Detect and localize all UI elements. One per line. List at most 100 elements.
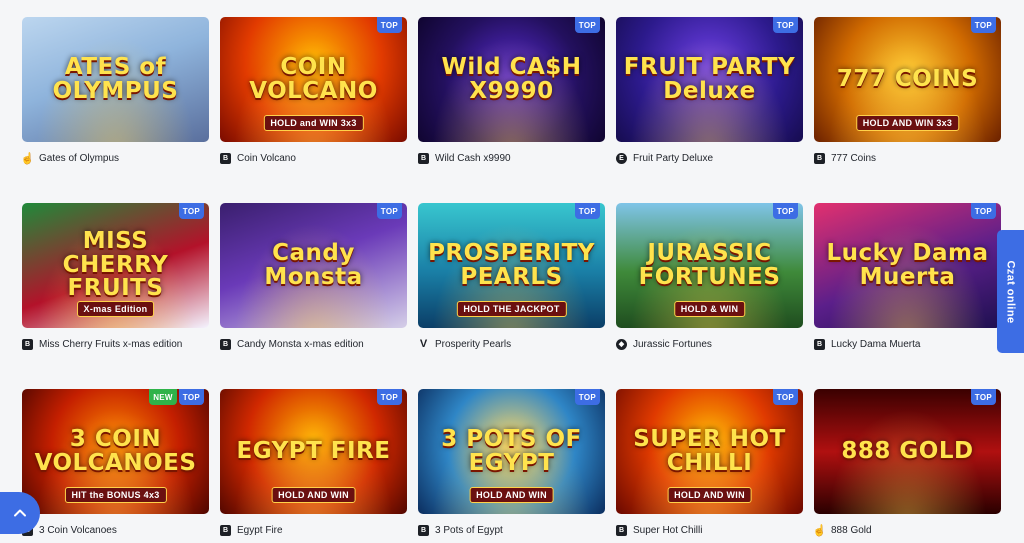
game-thumbnail[interactable]: PROSPERITY PEARLS HOLD THE JACKPOT TOP xyxy=(418,203,605,328)
v-icon: V xyxy=(419,338,428,350)
b-icon: B xyxy=(814,338,825,350)
b-icon: B xyxy=(220,338,231,350)
game-card[interactable]: ATES of OLYMPUS ☝ Gates of Olympus xyxy=(21,17,209,165)
badge-group: TOP xyxy=(574,203,600,219)
top-badge: TOP xyxy=(970,203,996,219)
game-art-title: MISS CHERRY FRUITS xyxy=(62,228,169,302)
top-badge: TOP xyxy=(970,17,996,33)
game-name[interactable]: Fruit Party Deluxe xyxy=(633,153,713,164)
game-name[interactable]: Egypt Fire xyxy=(237,525,283,536)
top-badge: TOP xyxy=(376,389,402,405)
badge-group: TOP xyxy=(574,17,600,33)
game-thumbnail[interactable]: Lucky Dama Muerta TOP xyxy=(814,203,1001,328)
badge-group: TOP xyxy=(772,389,798,405)
game-art-title: 888 GOLD xyxy=(841,437,974,464)
game-name[interactable]: 3 Pots of Egypt xyxy=(435,525,503,536)
game-card[interactable]: PROSPERITY PEARLS HOLD THE JACKPOT TOP V Pro… xyxy=(418,203,605,351)
game-card[interactable]: MISS CHERRY FRUITS X-mas Edition TOP B Miss … xyxy=(22,203,209,351)
game-art-title: FRUIT PARTY Deluxe xyxy=(623,54,796,104)
b-icon: B xyxy=(220,524,231,536)
game-name[interactable]: 3 Coin Volcanoes xyxy=(39,525,117,536)
badge-group: TOP xyxy=(376,17,402,33)
game-thumbnail[interactable]: JURASSIC FORTUNES HOLD & WIN TOP xyxy=(616,203,803,328)
top-badge: TOP xyxy=(772,17,798,33)
badge-group: NEW TOP xyxy=(149,389,204,405)
game-card[interactable]: FRUIT PARTY Deluxe TOP E Fruit Party Deluxe xyxy=(616,17,803,165)
game-thumbnail[interactable]: FRUIT PARTY Deluxe TOP xyxy=(616,17,803,142)
game-thumbnail[interactable]: 777 COINS HOLD AND WIN 3x3 TOP xyxy=(814,17,1001,142)
game-art-title: Lucky Dama Muerta xyxy=(826,240,989,290)
game-thumbnail[interactable]: COIN VOLCANO HOLD and WIN 3x3 TOP xyxy=(220,17,407,142)
game-card[interactable]: EGYPT FIRE HOLD AND WIN TOP B Egypt Fire xyxy=(220,389,407,537)
top-badge: TOP xyxy=(772,389,798,405)
top-badge: TOP xyxy=(574,389,600,405)
game-card[interactable]: 3 POTS OF EGYPT HOLD AND WIN TOP B 3 Pots of… xyxy=(418,389,605,537)
game-name[interactable]: Wild Cash x9990 xyxy=(435,153,511,164)
game-thumbnail[interactable]: 3 COIN VOLCANOES HIT the BONUS 4x3 NEW TOP xyxy=(22,389,209,514)
new-badge: NEW xyxy=(149,389,177,405)
badge-group: TOP xyxy=(970,17,996,33)
game-thumbnail[interactable]: EGYPT FIRE HOLD AND WIN TOP xyxy=(220,389,407,514)
game-meta: B 777 Coins xyxy=(814,151,1001,165)
game-art-subtitle: X-mas Edition xyxy=(76,301,155,317)
game-art-subtitle: HOLD AND WIN 3x3 xyxy=(855,115,960,131)
game-grid: ATES of OLYMPUS ☝ Gates of Olympus COIN VOL… xyxy=(21,17,1001,537)
top-badge: TOP xyxy=(376,203,402,219)
game-card[interactable]: 888 GOLD TOP ☝ 888 Gold xyxy=(813,389,1001,537)
badge-group: TOP xyxy=(772,17,798,33)
e-icon: E xyxy=(616,152,627,164)
game-card[interactable]: 3 COIN VOLCANOES HIT the BONUS 4x3 NEWTOP B… xyxy=(22,389,209,537)
game-name[interactable]: Miss Cherry Fruits x-mas edition xyxy=(39,339,182,350)
game-meta: B Egypt Fire xyxy=(220,523,407,537)
chat-online-label: Czat online xyxy=(1004,259,1017,324)
game-name[interactable]: Lucky Dama Muerta xyxy=(831,339,920,350)
badge-group: TOP xyxy=(574,389,600,405)
game-name[interactable]: Candy Monsta x-mas edition xyxy=(237,339,364,350)
game-meta: E Fruit Party Deluxe xyxy=(616,151,803,165)
game-name[interactable]: Coin Volcano xyxy=(237,153,296,164)
game-meta: V Prosperity Pearls xyxy=(418,337,605,351)
game-name[interactable]: 888 Gold xyxy=(831,525,872,536)
game-card[interactable]: COIN VOLCANO HOLD and WIN 3x3 TOP B Coin Vol… xyxy=(220,17,407,165)
game-thumbnail[interactable]: SUPER HOT CHILLI HOLD AND WIN TOP xyxy=(616,389,803,514)
game-meta: B Super Hot Chilli xyxy=(616,523,803,537)
top-badge: TOP xyxy=(574,17,600,33)
game-name[interactable]: 777 Coins xyxy=(831,153,876,164)
chat-online-tab[interactable]: Czat online xyxy=(997,230,1024,353)
game-card[interactable]: Wild CA$H X9990 TOP B Wild Cash x9990 xyxy=(418,17,605,165)
game-card[interactable]: Lucky Dama Muerta TOP B Lucky Dama Muerta xyxy=(814,203,1001,351)
badge-group: TOP xyxy=(376,203,402,219)
game-name[interactable]: Gates of Olympus xyxy=(39,153,119,164)
game-card[interactable]: JURASSIC FORTUNES HOLD & WIN TOP ◆ Jurassic … xyxy=(616,203,803,351)
b-icon: B xyxy=(418,152,429,164)
game-art-title: EGYPT FIRE xyxy=(236,437,391,464)
game-meta: B Coin Volcano xyxy=(220,151,407,165)
top-badge: TOP xyxy=(772,203,798,219)
game-meta: B3 Coin Volcanoes xyxy=(22,523,209,537)
game-card[interactable]: Candy Monsta TOP B Candy Monsta x-mas editi… xyxy=(220,203,407,351)
badge-group: TOP xyxy=(772,203,798,219)
top-badge: TOP xyxy=(178,203,204,219)
game-thumbnail[interactable]: ATES of OLYMPUS xyxy=(22,17,209,142)
b-icon: B xyxy=(616,524,627,536)
b-icon: B xyxy=(220,152,231,164)
game-thumbnail[interactable]: MISS CHERRY FRUITS X-mas Edition TOP xyxy=(22,203,209,328)
game-art-subtitle: HOLD & WIN xyxy=(673,301,746,317)
game-card[interactable]: 777 COINS HOLD AND WIN 3x3 TOP B 777 Coins xyxy=(814,17,1001,165)
game-thumbnail[interactable]: 3 POTS OF EGYPT HOLD AND WIN TOP xyxy=(418,389,605,514)
game-card[interactable]: SUPER HOT CHILLI HOLD AND WIN TOP B Super Ho… xyxy=(616,389,803,537)
game-name[interactable]: Jurassic Fortunes xyxy=(633,339,712,350)
game-meta: ☝ Gates of Olympus xyxy=(21,151,209,165)
game-thumbnail[interactable]: Wild CA$H X9990 TOP xyxy=(418,17,605,142)
game-art-title: Wild CA$H X9990 xyxy=(441,54,582,104)
game-thumbnail[interactable]: 888 GOLD TOP xyxy=(814,389,1001,514)
game-name[interactable]: Prosperity Pearls xyxy=(435,339,511,350)
game-meta: ◆ Jurassic Fortunes xyxy=(616,337,803,351)
game-name[interactable]: Super Hot Chilli xyxy=(633,525,702,536)
game-art-title: 3 COIN VOLCANOES xyxy=(34,426,197,476)
shield-icon: ◆ xyxy=(616,338,627,350)
game-thumbnail[interactable]: Candy Monsta TOP xyxy=(220,203,407,328)
game-art-title: PROSPERITY PEARLS xyxy=(428,240,595,290)
top-badge: TOP xyxy=(178,389,204,405)
b-icon: B xyxy=(814,152,825,164)
